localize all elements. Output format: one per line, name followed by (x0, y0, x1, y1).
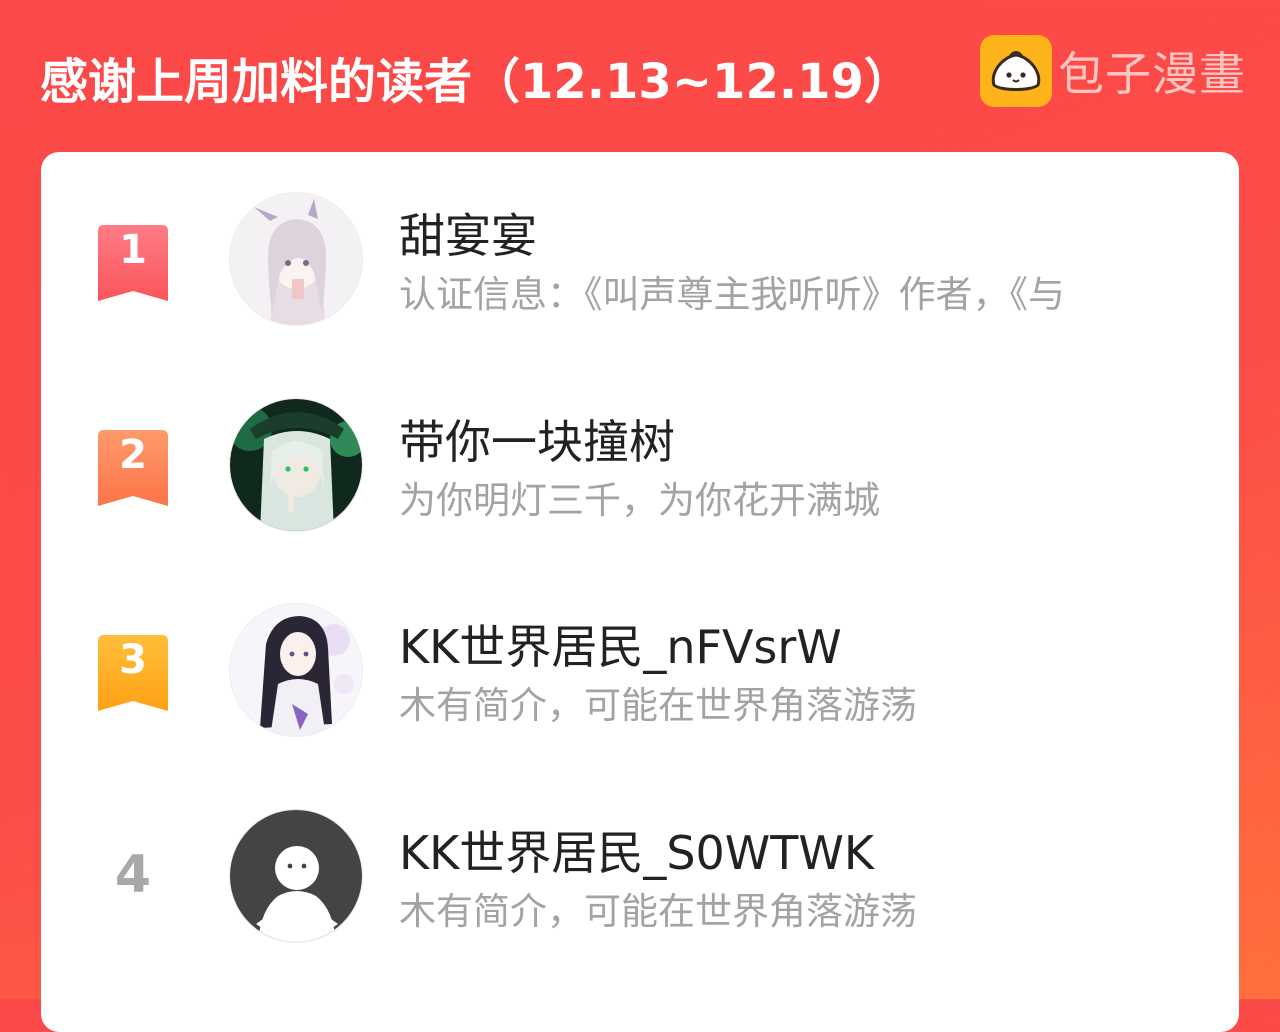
list-item[interactable]: 4 KK世界居民_S0WTWK 木有简介，可能在世界角落游荡 (41, 809, 1239, 959)
list-item[interactable]: 2 带你一块撞树 为你明灯三千，为你花开满城 (41, 398, 1239, 548)
rank-ribbon-icon: 1 (98, 225, 168, 301)
avatar[interactable] (229, 603, 363, 737)
username: KK世界居民_nFVsrW (399, 620, 842, 674)
username: KK世界居民_S0WTWK (399, 826, 875, 880)
user-bio: 为你明灯三千，为你花开满城 (399, 479, 880, 522)
user-bio: 认证信息：《叫声尊主我听听》作者，《与 (399, 273, 1065, 316)
user-bio: 木有简介，可能在世界角落游荡 (399, 890, 917, 933)
rank-ribbon-icon: 2 (98, 430, 168, 506)
list-item[interactable]: 3 KK世界居民_nFVsrW 木有简介，可能在世界角落游荡 (41, 603, 1239, 753)
rank-number: 1 (119, 227, 147, 273)
username: 甜宴宴 (399, 209, 537, 263)
rank-number: 4 (114, 845, 152, 905)
default-user-avatar[interactable] (229, 809, 363, 943)
rank-ribbon-icon: 3 (98, 635, 168, 711)
brand-name: 包子漫畫 (1058, 47, 1246, 101)
avatar[interactable] (229, 192, 363, 326)
avatar[interactable] (229, 398, 363, 532)
rank-number: 2 (119, 432, 147, 478)
user-bio: 木有简介，可能在世界角落游荡 (399, 684, 917, 727)
username: 带你一块撞树 (399, 415, 675, 469)
bun-logo-icon (980, 35, 1052, 107)
brand: 包子漫畫 (980, 34, 1246, 108)
rank-number: 3 (119, 637, 147, 683)
page-title: 感谢上周加料的读者（12.13~12.19） (40, 54, 912, 110)
list-item[interactable]: 1 甜宴宴 认证信息：《叫声尊主我听听》作者，《与 (41, 192, 1239, 342)
reader-list-card: 1 甜宴宴 认证信息：《叫声尊主我听听》作者，《与 2 带你一块撞树 为你明灯三… (41, 152, 1239, 1032)
